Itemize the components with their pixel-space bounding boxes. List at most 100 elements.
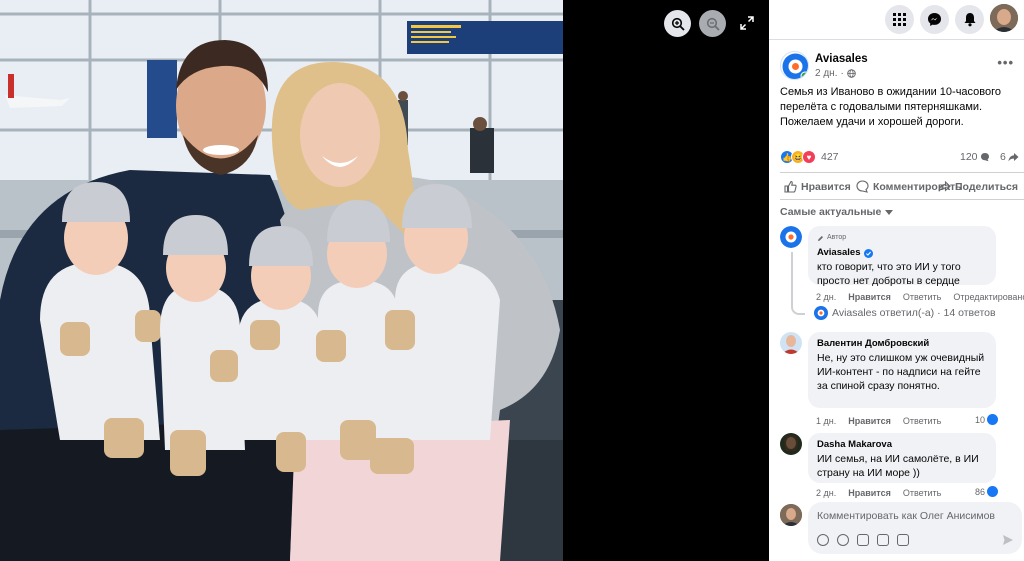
- comment-author[interactable]: Aviasales: [817, 246, 987, 260]
- top-bar: [769, 0, 1024, 40]
- bell-icon: [964, 13, 975, 27]
- composer-tools: [817, 534, 909, 546]
- emoji-icon[interactable]: [837, 534, 849, 546]
- comment-time[interactable]: 1 дн.: [816, 416, 836, 426]
- zoom-in-button[interactable]: [664, 10, 691, 37]
- comment-item: Dasha Makarova ИИ семья, на ИИ самолёте,…: [780, 433, 1024, 498]
- notifications-button[interactable]: [955, 5, 984, 34]
- comment-composer: Комментировать как Олег Анисимов: [780, 502, 1024, 556]
- comment-icon: [856, 180, 869, 193]
- comment-edited-label: Отредактировано: [953, 292, 1024, 302]
- comment-time[interactable]: 2 дн.: [816, 292, 836, 302]
- avatar-sticker-icon[interactable]: [817, 534, 829, 546]
- comment-meta: 2 дн. Нравится Ответить: [816, 488, 941, 498]
- post-header: Aviasales 2 дн. · •••: [780, 51, 1020, 83]
- comment-like-count-value: 86: [974, 486, 985, 497]
- share-arrow-icon: [1008, 153, 1019, 162]
- comment-author-name: Aviasales: [817, 247, 861, 258]
- like-reaction-icon: [987, 486, 998, 497]
- comment-reply-button[interactable]: Ответить: [903, 416, 941, 426]
- reaction-icons: 👍 😆 ♥: [780, 150, 816, 164]
- like-button[interactable]: Нравится: [784, 180, 851, 193]
- post-photo[interactable]: [0, 0, 563, 561]
- comment-author-name: Валентин Домбровский: [817, 338, 930, 349]
- like-label: Нравится: [801, 180, 851, 193]
- more-options-icon[interactable]: •••: [997, 55, 1014, 70]
- commenter-avatar[interactable]: [780, 433, 802, 455]
- comment-like-button[interactable]: Нравится: [848, 292, 891, 302]
- photo-viewer: [0, 0, 769, 561]
- comment-meta: 2 дн. Нравится Ответить Отредактировано: [816, 292, 1024, 302]
- replies-label: Aviasales ответил(-а) · 14 ответов: [832, 307, 996, 319]
- comment-count[interactable]: 120: [960, 151, 990, 163]
- messenger-button[interactable]: [920, 5, 949, 34]
- comment-bubble-icon: [980, 153, 989, 162]
- page-name[interactable]: Aviasales: [815, 53, 868, 65]
- camera-icon[interactable]: [857, 534, 869, 546]
- user-photo: [780, 433, 802, 455]
- share-icon: [938, 180, 951, 192]
- user-photo: [780, 332, 802, 354]
- comment-text: Не, ну это слишком уж очевидный ИИ-конте…: [817, 352, 985, 392]
- comment-reply-button[interactable]: Ответить: [903, 488, 941, 498]
- post-side-panel: Aviasales 2 дн. · ••• Семья из Иваново в…: [769, 0, 1024, 561]
- pencil-icon: [818, 235, 823, 241]
- gif-icon[interactable]: [877, 534, 889, 546]
- aviasales-logo-icon: [814, 306, 828, 320]
- aviasales-logo-icon: [782, 53, 808, 79]
- sticker-icon[interactable]: [897, 534, 909, 546]
- page-avatar[interactable]: [780, 51, 809, 80]
- like-reaction-icon: [987, 414, 998, 425]
- verified-badge-icon: [863, 248, 873, 258]
- post-actions-bar: Нравится Комментировать Поделиться: [780, 172, 1024, 200]
- reactions-summary[interactable]: 👍 😆 ♥ 427 120 6: [780, 149, 1020, 165]
- account-avatar[interactable]: [990, 4, 1018, 32]
- messenger-icon: [928, 13, 941, 26]
- chevron-down-icon: [885, 209, 894, 215]
- comment-like-count[interactable]: 10: [975, 414, 998, 425]
- share-count-value: 6: [1000, 151, 1006, 163]
- send-icon[interactable]: [1002, 534, 1014, 546]
- thumbs-up-icon: [784, 180, 797, 193]
- comment-bubble: Автор Aviasales кто говорит, что это ИИ …: [808, 226, 996, 287]
- comment-meta: 1 дн. Нравится Ответить: [816, 416, 941, 426]
- comment-item: Валентин Домбровский Не, ну это слишком …: [780, 332, 1024, 428]
- comment-input-placeholder[interactable]: Комментировать как Олег Анисимов: [817, 510, 995, 522]
- photo-viewer-page: Aviasales 2 дн. · ••• Семья из Иваново в…: [0, 0, 1024, 561]
- zoom-out-button[interactable]: [699, 10, 726, 37]
- post-text: Семья из Иваново в ожидании 10-часового …: [780, 86, 1002, 128]
- comment-like-count[interactable]: 86: [975, 486, 998, 497]
- view-replies-link[interactable]: Aviasales ответил(-а) · 14 ответов: [814, 306, 996, 320]
- comment-reply-button[interactable]: Ответить: [903, 292, 941, 302]
- author-badge: Автор: [817, 231, 987, 245]
- post-time[interactable]: 2 дн.: [815, 68, 837, 79]
- composer-avatar: [780, 504, 802, 526]
- comment-sort-dropdown[interactable]: Самые актуальные: [780, 206, 894, 218]
- comment-count-value: 120: [960, 151, 978, 163]
- share-count[interactable]: 6: [1000, 151, 1019, 163]
- comment-author-name: Dasha Makarova: [817, 439, 892, 450]
- sort-label: Самые актуальные: [780, 206, 882, 218]
- comment-like-count-value: 10: [974, 414, 985, 425]
- commenter-avatar[interactable]: [780, 332, 802, 354]
- reaction-count[interactable]: 427: [821, 151, 839, 163]
- comment-bubble: Валентин Домбровский Не, ну это слишком …: [808, 332, 996, 408]
- comment-item: Автор Aviasales кто говорит, что это ИИ …: [780, 226, 1024, 306]
- share-label: Поделиться: [955, 180, 1019, 193]
- comment-input[interactable]: Комментировать как Олег Анисимов: [808, 502, 1022, 554]
- comment-text: кто говорит, что это ИИ у того просто не…: [817, 261, 961, 287]
- expand-arrows-icon[interactable]: [740, 16, 754, 30]
- commenter-avatar[interactable]: [780, 226, 802, 248]
- menu-button[interactable]: [885, 5, 914, 34]
- globe-icon: [847, 69, 856, 78]
- comment-author[interactable]: Валентин Домбровский: [817, 337, 987, 351]
- comment-like-button[interactable]: Нравится: [848, 488, 891, 498]
- comment-time[interactable]: 2 дн.: [816, 488, 836, 498]
- post-meta: 2 дн. ·: [815, 68, 856, 79]
- meta-separator: ·: [840, 68, 844, 79]
- user-photo: [780, 504, 802, 526]
- grid-menu-icon: [893, 13, 906, 26]
- share-button[interactable]: Поделиться: [938, 180, 1018, 193]
- comment-like-button[interactable]: Нравится: [848, 416, 891, 426]
- comment-author[interactable]: Dasha Makarova: [817, 438, 987, 452]
